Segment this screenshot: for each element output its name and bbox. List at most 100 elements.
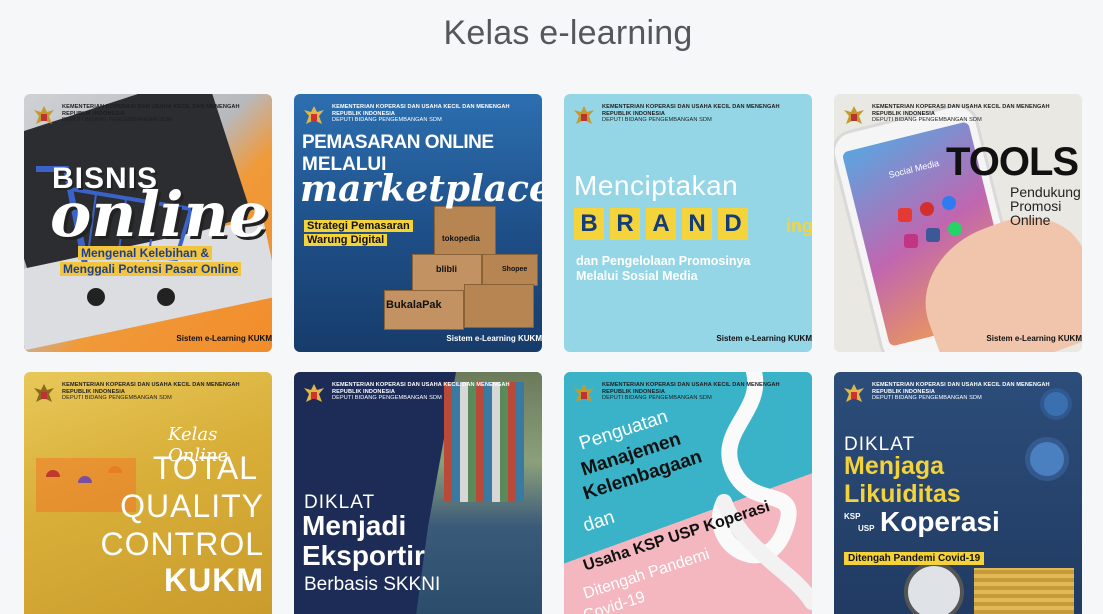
- virus-image-2: [1030, 442, 1064, 476]
- garuda-emblem-icon: [844, 384, 864, 402]
- ministry-country: REPUBLIK INDONESIA: [62, 110, 126, 117]
- course-title-line3: QUALITY: [120, 488, 264, 524]
- course-subtitle-line1: Mengenal Kelebihan &: [78, 246, 213, 260]
- coin-stack-image: [974, 568, 1074, 614]
- garuda-emblem-icon: [34, 106, 54, 124]
- ministry-country: REPUBLIK INDONESIA: [332, 110, 396, 117]
- course-title-ksp: KSP: [844, 512, 861, 521]
- ministry-deputy: DEPUTI BIDANG PENGEMBANGAN SDM: [62, 117, 172, 124]
- ministry-name: KEMENTERIAN KOPERASI DAN USAHA KECIL DAN…: [872, 104, 1050, 110]
- ministry-country: REPUBLIK INDONESIA: [872, 388, 936, 395]
- ministry-deputy: DEPUTI BIDANG PENGEMBANGAN SDM: [872, 117, 982, 124]
- course-title-line4: Berbasis SKKNI: [304, 574, 441, 595]
- garuda-emblem-icon: [304, 384, 324, 402]
- course-title-line1: PEMASARAN ONLINE: [302, 132, 494, 153]
- brand-letter: N: [682, 208, 712, 240]
- ministry-header: KEMENTERIAN KOPERASI DAN USAHA KECIL DAN…: [842, 104, 1050, 130]
- garuda-emblem-icon: [34, 384, 54, 402]
- ministry-deputy: DEPUTI BIDANG PENGEMBANGAN SDM: [872, 395, 982, 402]
- ministry-deputy: DEPUTI BIDANG PENGEMBANGAN SDM: [332, 395, 442, 402]
- brand-letter-tiles: B R A N D: [574, 208, 748, 240]
- ministry-name: KEMENTERIAN KOPERASI DAN USAHA KECIL DAN…: [332, 382, 510, 388]
- footer-label: Sistem e-Learning KUKM: [986, 334, 1082, 343]
- footer-label: Sistem e-Learning KUKM: [716, 334, 812, 343]
- course-subtitle: Ditengah Pandemi Covid-19: [844, 552, 985, 565]
- ministry-country: REPUBLIK INDONESIA: [62, 388, 126, 395]
- course-card-menjaga-likuiditas[interactable]: KEMENTERIAN KOPERASI DAN USAHA KECIL DAN…: [834, 372, 1082, 614]
- brand-bukalapak: BukalaPak: [386, 299, 442, 311]
- box-tokopedia: [434, 206, 496, 258]
- brand-blibli: blibli: [436, 264, 457, 274]
- brand-letter: D: [718, 208, 748, 240]
- course-title-line5: KUKM: [164, 562, 264, 598]
- course-title-line4: CONTROL: [100, 526, 264, 562]
- instagram-icon: [904, 234, 918, 248]
- brand-shopee: Shopee: [502, 266, 528, 273]
- umbrella-purple: [78, 476, 92, 483]
- brand-tokopedia: tokopedia: [442, 234, 480, 243]
- course-title-line2: Menjaga: [844, 452, 945, 480]
- ministry-deputy: DEPUTI BIDANG PENGEMBANGAN SDM: [332, 117, 442, 124]
- brand-letter: A: [646, 208, 676, 240]
- box-extra: [464, 284, 534, 328]
- footer-label: Sistem e-Learning KUKM: [176, 334, 272, 343]
- page-title: Kelas e-learning: [443, 14, 693, 52]
- ministry-country: REPUBLIK INDONESIA: [602, 388, 666, 395]
- pinterest-icon: [920, 202, 934, 216]
- course-title-line3: marketplace: [300, 168, 542, 210]
- course-title-line2: Menjadi: [302, 510, 407, 541]
- brand-letter: R: [610, 208, 640, 240]
- garuda-emblem-icon: [574, 106, 594, 124]
- course-title-usp: USP: [858, 524, 875, 533]
- messenger-icon: [942, 196, 956, 210]
- facebook-icon: [926, 228, 940, 242]
- course-title-line2: TOTAL: [152, 450, 258, 486]
- ministry-header: KEMENTERIAN KOPERASI DAN USAHA KECIL DAN…: [302, 104, 510, 130]
- ministry-header: KEMENTERIAN KOPERASI DAN USAHA KECIL DAN…: [572, 382, 780, 408]
- ministry-name: KEMENTERIAN KOPERASI DAN USAHA KECIL DAN…: [602, 382, 780, 388]
- course-subtitle-line2: Melalui Sosial Media: [576, 269, 698, 283]
- ministry-deputy: DEPUTI BIDANG PENGEMBANGAN SDM: [602, 395, 712, 402]
- youtube-icon: [898, 208, 912, 222]
- ministry-name: KEMENTERIAN KOPERASI DAN USAHA KECIL DAN…: [62, 104, 240, 110]
- course-card-total-quality-control[interactable]: KEMENTERIAN KOPERASI DAN USAHA KECIL DAN…: [24, 372, 272, 614]
- ministry-header: KEMENTERIAN KOPERASI DAN USAHA KECIL DAN…: [572, 104, 780, 130]
- ministry-name: KEMENTERIAN KOPERASI DAN USAHA KECIL DAN…: [602, 104, 780, 110]
- course-subtitle-line1: Strategi Pemasaran: [304, 220, 413, 232]
- ministry-country: REPUBLIK INDONESIA: [602, 110, 666, 117]
- course-card-menjadi-eksportir[interactable]: KEMENTERIAN KOPERASI DAN USAHA KECIL DAN…: [294, 372, 542, 614]
- garuda-emblem-icon: [304, 106, 324, 124]
- ministry-country: REPUBLIK INDONESIA: [332, 388, 396, 395]
- garuda-emblem-icon: [574, 384, 594, 402]
- ministry-deputy: DEPUTI BIDANG PENGEMBANGAN SDM: [602, 117, 712, 124]
- course-subtitle-line1: dan Pengelolaan Promosinya: [576, 254, 751, 268]
- course-subtitle-line2: Menggali Potensi Pasar Online: [60, 262, 242, 276]
- ministry-name: KEMENTERIAN KOPERASI DAN USAHA KECIL DAN…: [332, 104, 510, 110]
- course-subtitle-line2: Warung Digital: [304, 234, 388, 246]
- course-title-line2: online: [50, 178, 269, 251]
- course-title-line1: Menciptakan: [574, 170, 739, 201]
- course-card-menciptakan-branding[interactable]: KEMENTERIAN KOPERASI DAN USAHA KECIL DAN…: [564, 94, 812, 352]
- course-title-line4: Online: [1010, 212, 1051, 228]
- umbrella-orange: [108, 466, 122, 473]
- course-title-line3: Eksportir: [302, 540, 425, 571]
- ministry-header: KEMENTERIAN KOPERASI DAN USAHA KECIL DAN…: [32, 104, 240, 130]
- course-title-line3: Likuiditas: [844, 480, 961, 508]
- course-card-tools-promosi[interactable]: Social Media KEMENTERIAN KOPERASI DAN US…: [834, 94, 1082, 352]
- course-card-pemasaran-online[interactable]: KEMENTERIAN KOPERASI DAN USAHA KECIL DAN…: [294, 94, 542, 352]
- course-title-line1: TOOLS: [946, 140, 1079, 184]
- course-title-suffix: ing: [786, 216, 812, 236]
- course-card-bisnis-online[interactable]: KEMENTERIAN KOPERASI DAN USAHA KECIL DAN…: [24, 94, 272, 352]
- alarm-clock-image: [904, 562, 964, 614]
- brand-letter: B: [574, 208, 604, 240]
- whatsapp-icon: [948, 222, 962, 236]
- course-card-penguatan-manajemen[interactable]: KEMENTERIAN KOPERASI DAN USAHA KECIL DAN…: [564, 372, 812, 614]
- garuda-emblem-icon: [844, 106, 864, 124]
- ministry-name: KEMENTERIAN KOPERASI DAN USAHA KECIL DAN…: [62, 382, 240, 388]
- umbrella-red: [46, 470, 60, 477]
- ministry-header: KEMENTERIAN KOPERASI DAN USAHA KECIL DAN…: [32, 382, 240, 408]
- footer-label: Sistem e-Learning KUKM: [446, 334, 542, 343]
- course-title-koperasi: Koperasi: [880, 506, 1000, 537]
- ministry-header: KEMENTERIAN KOPERASI DAN USAHA KECIL DAN…: [302, 382, 510, 408]
- ministry-header: KEMENTERIAN KOPERASI DAN USAHA KECIL DAN…: [842, 382, 1050, 408]
